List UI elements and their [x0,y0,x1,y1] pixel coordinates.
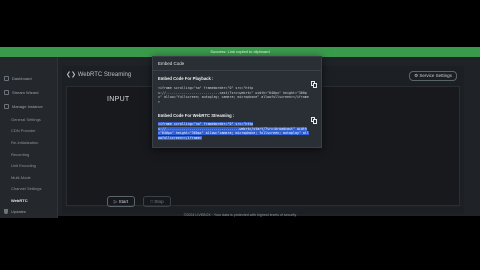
back-icon[interactable]: ❮❯ [66,72,78,78]
page-title: ❮❯ WebRTC Streaming [66,72,132,78]
streaming-section-title: Embed Code For WebRTC Streaming : [158,113,235,118]
start-button[interactable]: ▷ Start [107,196,135,207]
modal-title: Embed Code [158,61,185,66]
sidebar-item-stream-wizard[interactable]: Stream Wizard [4,90,38,96]
sidebar-subitem-re-initialization[interactable]: Re-Initialization [11,140,38,145]
streaming-embed-code[interactable]: <iframe scrolling="no" frameborder="0" s… [158,122,310,140]
dashboard-icon [4,76,9,82]
sidebar-item-dashboard[interactable]: Dashboard [4,76,32,82]
sidebar-subitem-cdn-provider[interactable]: CDN Provider [11,128,36,133]
playback-section-title: Embed Code For Playback : [158,76,214,81]
playback-embed-code[interactable]: <iframe scrolling="no" frameborder="0" s… [158,86,310,104]
sidebar-subitem-channel-settings[interactable]: Channel Settings [11,186,41,191]
copy-playback-icon[interactable] [311,81,317,88]
footer-text: ©2024 LIVEBOX · Your data is protected w… [183,213,297,217]
sidebar-subitem-unit-encoding[interactable]: Unit Encoding [11,163,36,168]
input-label: INPUT [107,96,130,103]
wizard-icon [4,90,9,96]
instance-icon [4,104,9,110]
service-settings-button[interactable]: ⚙ Service Settings [409,71,457,81]
sidebar-subitem-webrtc[interactable]: WebRTC [11,198,28,203]
sidebar-subitem-recording[interactable]: Recording [11,152,29,157]
copy-streaming-icon[interactable] [311,117,317,124]
sidebar-item-manage-instance[interactable]: Manage Instance [4,104,43,110]
sidebar-subitem-multi-mode[interactable]: Multi-Mode [11,175,31,180]
modal-divider [152,70,322,71]
selected-code-text: <iframe scrolling="no" frameborder="0" s… [158,122,309,140]
sidebar-subitem-general-settings[interactable]: General Settings [11,117,41,122]
stop-button[interactable]: □ Stop [143,196,171,207]
